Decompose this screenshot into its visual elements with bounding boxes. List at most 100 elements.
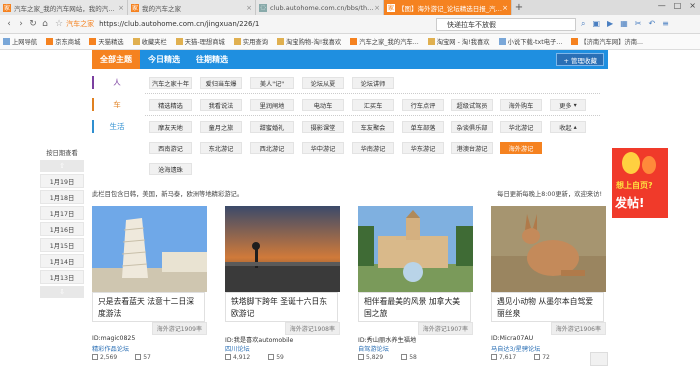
forward-icon[interactable]: › xyxy=(15,19,27,29)
chip[interactable]: 爱归当车爆 xyxy=(200,77,242,89)
post-forum[interactable]: 精彩作品论坛 xyxy=(92,344,129,353)
close-icon[interactable]: × xyxy=(502,4,508,12)
date-item[interactable]: 1月13日 xyxy=(40,270,84,284)
manage-favorites-button[interactable]: + 管理收藏 xyxy=(556,53,604,66)
post-image[interactable] xyxy=(491,206,606,292)
close-icon[interactable]: × xyxy=(374,4,380,12)
browser-tab-2[interactable]: 家我的汽车之家 × xyxy=(128,0,256,15)
post-forum[interactable]: 四川论坛 xyxy=(225,344,250,353)
search-icon[interactable]: ⌕ xyxy=(581,19,585,29)
post-title[interactable]: 相伴看最美的风景 加拿大美国之旅 xyxy=(358,292,471,322)
chip[interactable]: 汇买车 xyxy=(352,99,394,111)
date-item[interactable]: 1月16日 xyxy=(40,222,84,236)
post-card[interactable]: 遇见小动物 从墨尔本自驾爱丽丝泉 海外游记1906率 ID:Micra07AU … xyxy=(491,206,606,361)
cut-icon[interactable]: ✂ xyxy=(635,19,642,29)
date-item[interactable]: 1月18日 xyxy=(40,190,84,204)
chip[interactable]: 西北游记 xyxy=(250,142,294,154)
post-author[interactable]: ID:Micra07AU xyxy=(491,335,533,342)
more-button[interactable]: 更多 ▾ xyxy=(550,99,586,111)
chip[interactable]: 超级试驾员 xyxy=(451,99,493,111)
chip[interactable]: 单车部落 xyxy=(402,121,444,133)
close-window-icon[interactable]: × xyxy=(689,1,696,10)
back-to-top-button[interactable] xyxy=(590,352,608,366)
bookmark-item[interactable]: 上网导航 xyxy=(3,37,37,46)
post-image[interactable] xyxy=(225,206,340,292)
home-icon[interactable]: ⌂ xyxy=(39,19,51,29)
post-forum[interactable]: 马自达3/星骋论坛 xyxy=(491,344,540,353)
date-up-arrow[interactable]: ⇧ xyxy=(40,160,84,172)
bookmark-item[interactable]: 淘宝网 - 淘!我喜欢 xyxy=(427,37,490,46)
chip[interactable]: 电动车 xyxy=(302,99,344,111)
minimize-icon[interactable]: — xyxy=(658,1,666,10)
chip[interactable]: 精选精选 xyxy=(149,99,192,111)
tab-past[interactable]: 往期精选 xyxy=(188,50,236,69)
play-icon[interactable]: ▶ xyxy=(607,19,613,29)
chip[interactable]: 美人"记" xyxy=(250,77,294,89)
post-promo-banner[interactable]: 想上自页? 发帖! xyxy=(612,148,668,218)
chip[interactable]: 沧海遗珠 xyxy=(149,163,192,175)
close-icon[interactable]: × xyxy=(246,4,252,12)
date-item[interactable]: 1月17日 xyxy=(40,206,84,220)
chip[interactable]: 杂谈俱乐部 xyxy=(451,121,493,133)
bookmark-folder[interactable]: 淘宝购物-淘!我喜欢 xyxy=(277,37,341,46)
date-item[interactable]: 1月19日 xyxy=(40,174,84,188)
chip[interactable]: 论坛讲师 xyxy=(352,77,394,89)
chip[interactable]: 论坛从夏 xyxy=(302,77,344,89)
tab-today[interactable]: 今日精选 xyxy=(140,50,188,69)
chip[interactable]: 里润闸地 xyxy=(250,99,294,111)
post-author[interactable]: ID:我是喜欢automobile xyxy=(225,335,293,344)
date-down-arrow[interactable]: ⇩ xyxy=(40,286,84,298)
browser-tab-4[interactable]: 家【图】海外游记_论坛精选日报_汽车之家× xyxy=(384,0,512,15)
post-title[interactable]: 铁塔脚下跨年 圣诞十六日东欧游记 xyxy=(225,292,338,322)
reload-icon[interactable]: ↻ xyxy=(27,19,39,29)
chip[interactable]: 东北游记 xyxy=(200,142,242,154)
url-field[interactable]: https://club.autohome.com.cn/jingxuan/22… xyxy=(99,20,259,28)
collapse-button[interactable]: 收起 ▴ xyxy=(550,121,586,133)
chip[interactable]: 汽车之家十年 xyxy=(149,77,192,89)
chip[interactable]: 行车点评 xyxy=(402,99,444,111)
menu-icon[interactable]: ≡ xyxy=(662,19,669,29)
post-author[interactable]: ID:秀山丽水养生福地 xyxy=(358,335,416,344)
new-tab-button[interactable]: + xyxy=(512,0,526,15)
browser-tab-3[interactable]: ◌ club.autohome.com.cn/bbs/thread × xyxy=(256,0,384,15)
chip[interactable]: 童月之旅 xyxy=(200,121,242,133)
post-card[interactable]: 相伴看最美的风景 加拿大美国之旅 海外游记1907率 ID:秀山丽水养生福地 自… xyxy=(358,206,473,361)
undo-icon[interactable]: ↶ xyxy=(648,19,655,29)
post-title[interactable]: 遇见小动物 从墨尔本自驾爱丽丝泉 xyxy=(491,292,604,322)
post-title[interactable]: 只是去看蓝天 法意十二日深度游法 xyxy=(92,292,205,322)
chip[interactable]: 西南游记 xyxy=(149,142,192,154)
chip[interactable]: 我看说法 xyxy=(200,99,242,111)
close-icon[interactable]: × xyxy=(118,4,124,12)
chip[interactable]: 摩友天地 xyxy=(149,121,192,133)
post-image[interactable] xyxy=(358,206,473,292)
date-item[interactable]: 1月14日 xyxy=(40,254,84,268)
bookmark-folder[interactable]: 天猫-理想商城 xyxy=(175,37,225,46)
maximize-icon[interactable]: □ xyxy=(674,1,682,10)
chip[interactable]: 海外购车 xyxy=(500,99,542,111)
post-card[interactable]: 铁塔脚下跨年 圣诞十六日东欧游记 海外游记1908率 ID:我是喜欢automo… xyxy=(225,206,340,361)
post-card[interactable]: 只是去看蓝天 法意十二日深度游法 海外游记1909率 ID:magic0825 … xyxy=(92,206,207,361)
chip[interactable]: 甜蜜婚礼 xyxy=(250,121,294,133)
bookmark-folder[interactable]: 收藏夹栏 xyxy=(132,37,167,46)
post-image[interactable] xyxy=(92,206,207,292)
grid-icon[interactable]: ▦ xyxy=(620,19,628,29)
bookmark-item[interactable]: 【济南汽车网】济南... xyxy=(571,37,643,46)
chip[interactable]: 华南游记 xyxy=(352,142,394,154)
chip-selected[interactable]: 海外游记 xyxy=(500,142,542,154)
bookmark-folder[interactable]: 实用查询 xyxy=(233,37,268,46)
bookmark-item[interactable]: 京东商城 xyxy=(46,37,80,46)
post-forum[interactable]: 自驾游论坛 xyxy=(358,344,389,353)
extension-icon[interactable]: ▣ xyxy=(592,19,600,29)
date-item[interactable]: 1月15日 xyxy=(40,238,84,252)
chip[interactable]: 华中游记 xyxy=(302,142,344,154)
tab-all-topics[interactable]: 全部主题 xyxy=(92,50,140,69)
bookmark-item[interactable]: 小说下载-txt电子... xyxy=(498,37,562,46)
search-input[interactable]: 快递拉车不放假 xyxy=(436,18,576,31)
chip[interactable]: 港澳台游记 xyxy=(451,142,493,154)
chip[interactable]: 华东游记 xyxy=(402,142,444,154)
chip[interactable]: 车友聚会 xyxy=(352,121,394,133)
back-icon[interactable]: ‹ xyxy=(3,19,15,29)
bookmark-item[interactable]: 汽车之家_我的汽车... xyxy=(350,37,419,46)
bookmark-item[interactable]: 天猫精选 xyxy=(89,37,124,46)
chip[interactable]: 摄影课堂 xyxy=(302,121,344,133)
